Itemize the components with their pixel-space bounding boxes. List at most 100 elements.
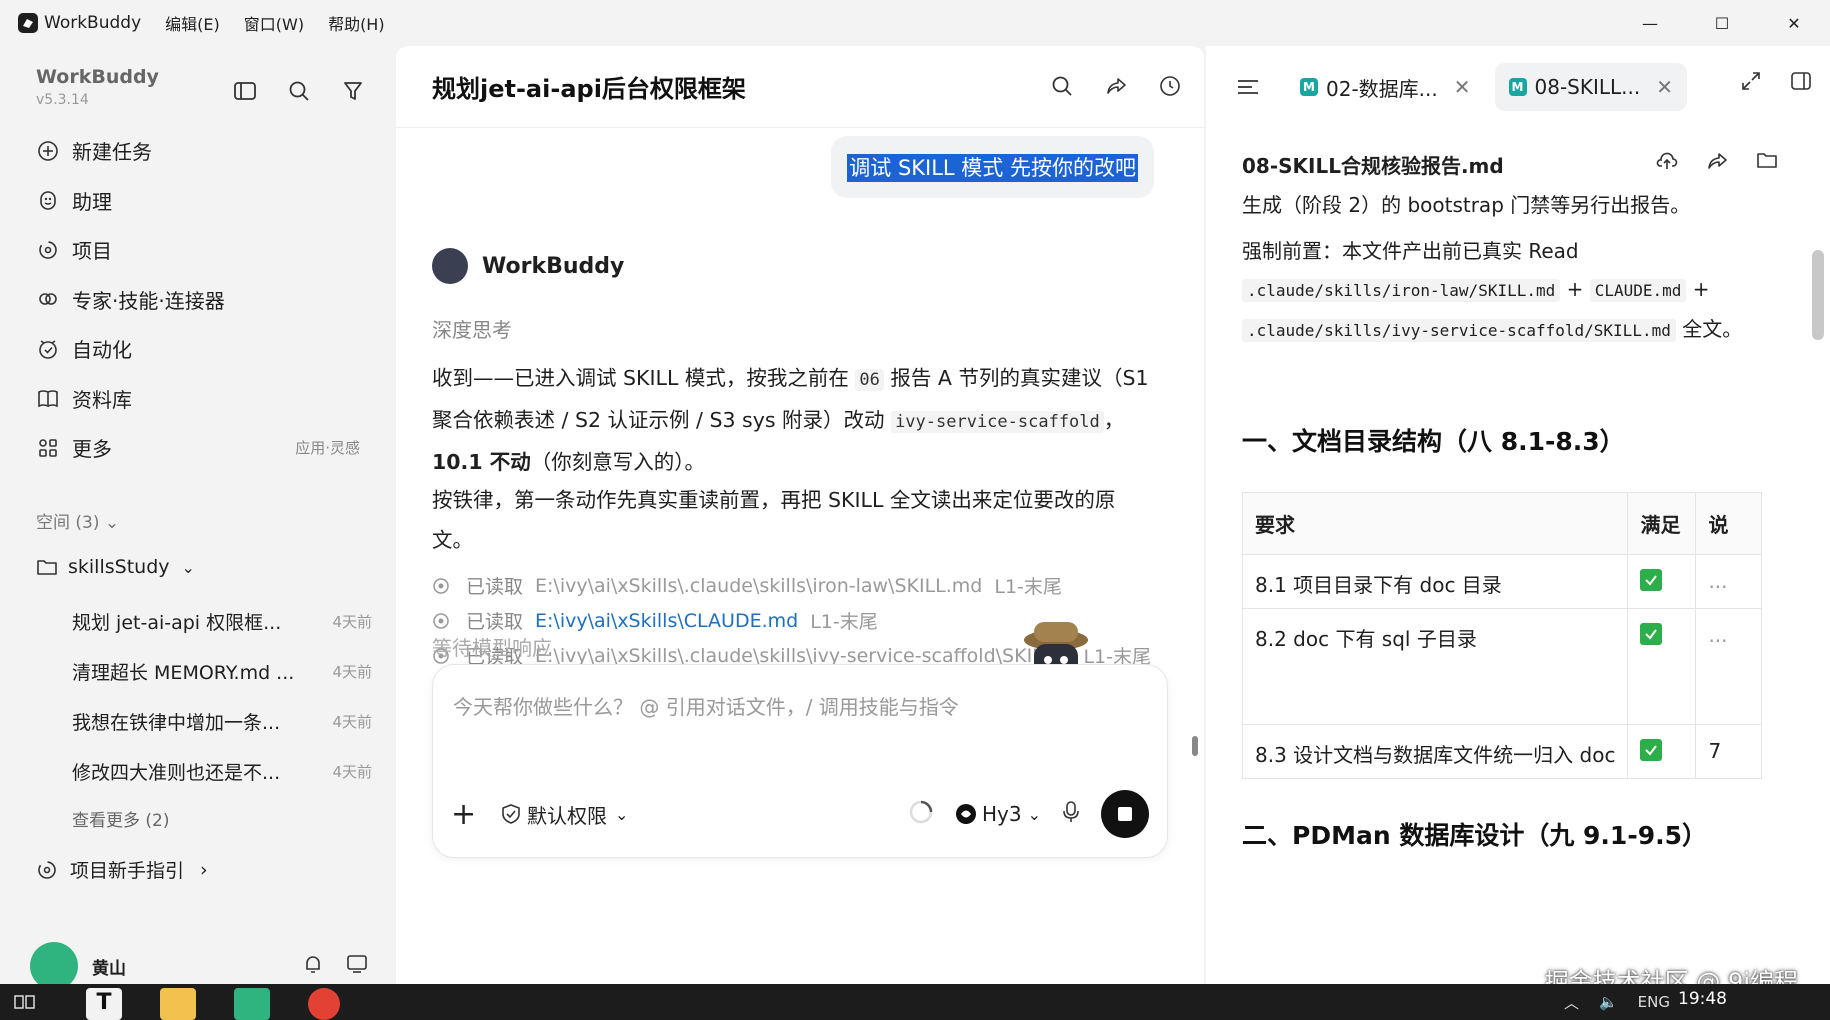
split-panel-button[interactable] [1790,70,1812,96]
close-window-button[interactable]: ✕ [1758,0,1830,46]
doc-tab-active[interactable]: M 08-SKILL... ✕ [1494,63,1688,111]
see-more-link[interactable]: 查看更多 (2) [72,806,169,831]
table-cell [1627,608,1697,725]
deep-thinking-toggle[interactable]: 深度思考 [432,314,512,343]
chat-scrollbar[interactable] [1192,136,1198,776]
doc-heading-2: 二、PDMan 数据库设计（九 9.1-9.5） [1242,821,1707,850]
volume-icon[interactable]: 🔈 [1599,993,1618,1011]
permission-selector[interactable]: 默认权限 ⌄ [501,800,628,829]
space-header[interactable]: 空间 (3) ⌄ [36,508,119,533]
recent-title: 我想在铁律中增加一条... [72,711,281,734]
recent-date: 4天前 [332,762,372,781]
recent-item[interactable]: 我想在铁律中增加一条... 4天前 [72,696,372,746]
menu-window[interactable]: 窗口(W) [244,11,304,35]
stop-generation-button[interactable] [1101,790,1149,838]
chat-search-button[interactable] [1046,70,1078,102]
menu-edit[interactable]: 编辑(E) [165,11,220,35]
read-range: L1-末尾 [810,611,878,633]
expand-icon [1742,72,1760,90]
doc-scrollbar[interactable] [1812,250,1824,340]
recent-item[interactable]: 清理超长 MEMORY.md ... 4天前 [72,646,372,696]
filter-icon [344,82,362,100]
nav-label: 新建任务 [72,140,152,165]
bold-text: 10.1 不动 [432,450,531,474]
outline-menu-button[interactable] [1236,78,1266,96]
nav-project[interactable]: 项目 [36,225,376,275]
nav-more[interactable]: 更多 应用·灵感 [36,423,376,473]
bell-icon[interactable] [302,953,324,979]
nav-library[interactable]: 资料库 [36,374,376,424]
folder-skillsstudy[interactable]: skillsStudy ⌄ [36,556,195,578]
nav-assistant[interactable]: 助理 [36,176,376,226]
nav-new-task[interactable]: 新建任务 [36,126,376,176]
model-logo-icon [954,802,978,826]
expand-button[interactable] [1740,70,1762,96]
taskbar-app-typora[interactable]: T [86,988,122,1020]
composer: 今天帮你做些什么？ @ 引用对话文件，/ 调用技能与指令 + 默认权限 ⌄ Hy… [432,664,1168,858]
model-selector[interactable]: Hy3 ⌄ [954,802,1041,826]
share-doc-button[interactable] [1706,150,1728,176]
share-button[interactable] [1100,70,1132,102]
table-row: 8.3 设计文档与数据库文件统一归入 doc 7 [1242,724,1762,779]
main-nav: 新建任务 助理 项目 专家·技能·连接器 自动化 资料库 更多 应用·灵感 [36,126,376,473]
permission-label: 默认权限 [527,803,607,828]
add-attachment-button[interactable]: + [451,797,487,832]
menu-help[interactable]: 帮助(H) [328,11,385,35]
taskbar-app-explorer[interactable] [160,988,196,1020]
taskbar-app-chrome[interactable] [308,988,340,1020]
table-cell: 8.1 项目目录下有 doc 目录 [1242,554,1629,609]
compliance-table: 要求 满足 说 8.1 项目目录下有 doc 目录 ... 8.2 doc 下有… [1242,492,1762,779]
table-row: 8.2 doc 下有 sql 子目录 ... [1242,608,1762,725]
taskbar-app-workbuddy[interactable] [234,988,270,1020]
waiting-status: 等待模型响应 [432,636,552,660]
avatar[interactable] [30,942,78,990]
plus-circle-icon [36,139,60,163]
maximize-button[interactable]: ☐ [1686,0,1758,46]
shield-check-icon [501,803,521,825]
nav-experts[interactable]: 专家·技能·连接器 [36,275,376,325]
read-range: L1-末尾 [994,576,1062,598]
read-path-link[interactable]: E:\ivy\ai\xSkills\CLAUDE.md [535,610,798,632]
inline-code: CLAUDE.md [1589,279,1687,302]
panel-right-icon [1791,72,1811,90]
reply-paragraph-1: 收到——已进入调试 SKILL 模式，按我之前在 06 报告 A 节列的真实建议… [432,358,1152,482]
search-button[interactable] [282,74,316,108]
chat-panel: 规划jet-ai-api后台权限框架 调试 SKILL 模式 先按你的改吧 Wo… [396,46,1204,984]
device-icon[interactable] [346,953,370,979]
bot-header: WorkBuddy [432,248,624,284]
scroll-thumb[interactable] [1192,736,1198,756]
microphone-button[interactable] [1061,800,1081,828]
close-tab-icon[interactable]: ✕ [1656,75,1673,99]
checkbox-checked-icon [1640,569,1663,591]
chat-title: 规划jet-ai-api后台权限框架 [432,75,746,103]
project-guide-link[interactable]: 项目新手指引 › [36,856,208,883]
recent-item[interactable]: 规划 jet-ai-api 权限框... 4天前 [72,596,372,646]
chevron-down-icon: ⌄ [1027,804,1041,824]
version-label: v5.3.14 [36,92,89,108]
text: ， [1103,408,1125,432]
upload-button[interactable] [1656,150,1678,176]
message-input[interactable]: 今天帮你做些什么？ @ 引用对话文件，/ 调用技能与指令 [453,691,959,720]
clock-icon [1160,76,1180,96]
open-folder-button[interactable] [1756,150,1778,176]
share-icon [1708,153,1727,169]
close-tab-icon[interactable]: ✕ [1454,75,1471,99]
inline-code: .claude/skills/iron-law/SKILL.md [1242,279,1561,302]
task-view-icon[interactable] [14,992,36,1016]
recent-title: 修改四大准则也还是不... [72,761,281,784]
chevron-up-icon[interactable]: ︿ [1564,992,1579,1013]
folder-label: skillsStudy [68,556,170,578]
language-indicator[interactable]: ENG [1638,993,1670,1011]
recent-list: 规划 jet-ai-api 权限框... 4天前 清理超长 MEMORY.md .… [72,596,372,796]
toggle-sidebar-button[interactable] [228,74,262,108]
recent-item[interactable]: 修改四大准则也还是不... 4天前 [72,746,372,796]
minimize-button[interactable]: — [1614,0,1686,46]
eye-icon [432,577,452,595]
taskbar: T ︿ 🔈 ENG 19:48 [0,984,1830,1020]
filter-button[interactable] [336,74,370,108]
table-cell [1627,554,1697,609]
clock[interactable]: 19:48 [1678,989,1727,1009]
doc-tab[interactable]: M 02-数据库... ✕ [1286,63,1485,111]
nav-automation[interactable]: 自动化 [36,324,376,374]
history-button[interactable] [1154,70,1186,102]
